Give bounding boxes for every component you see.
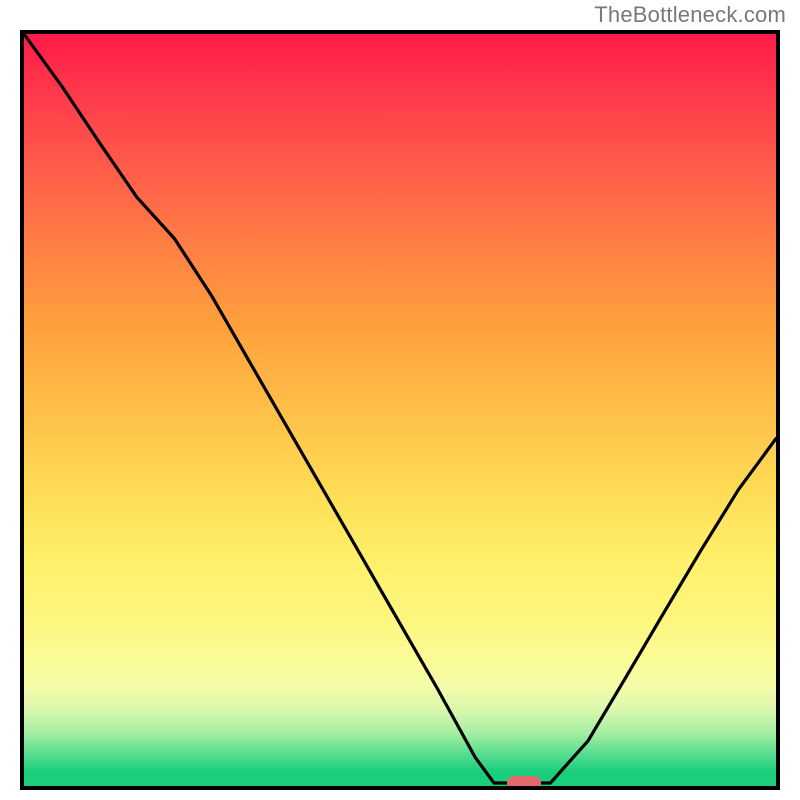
chart-line-series (24, 34, 776, 786)
chart-frame (20, 30, 780, 790)
chart-curve-path (24, 34, 776, 783)
chart-highlight-marker (507, 776, 541, 790)
watermark-text: TheBottleneck.com (594, 2, 786, 28)
